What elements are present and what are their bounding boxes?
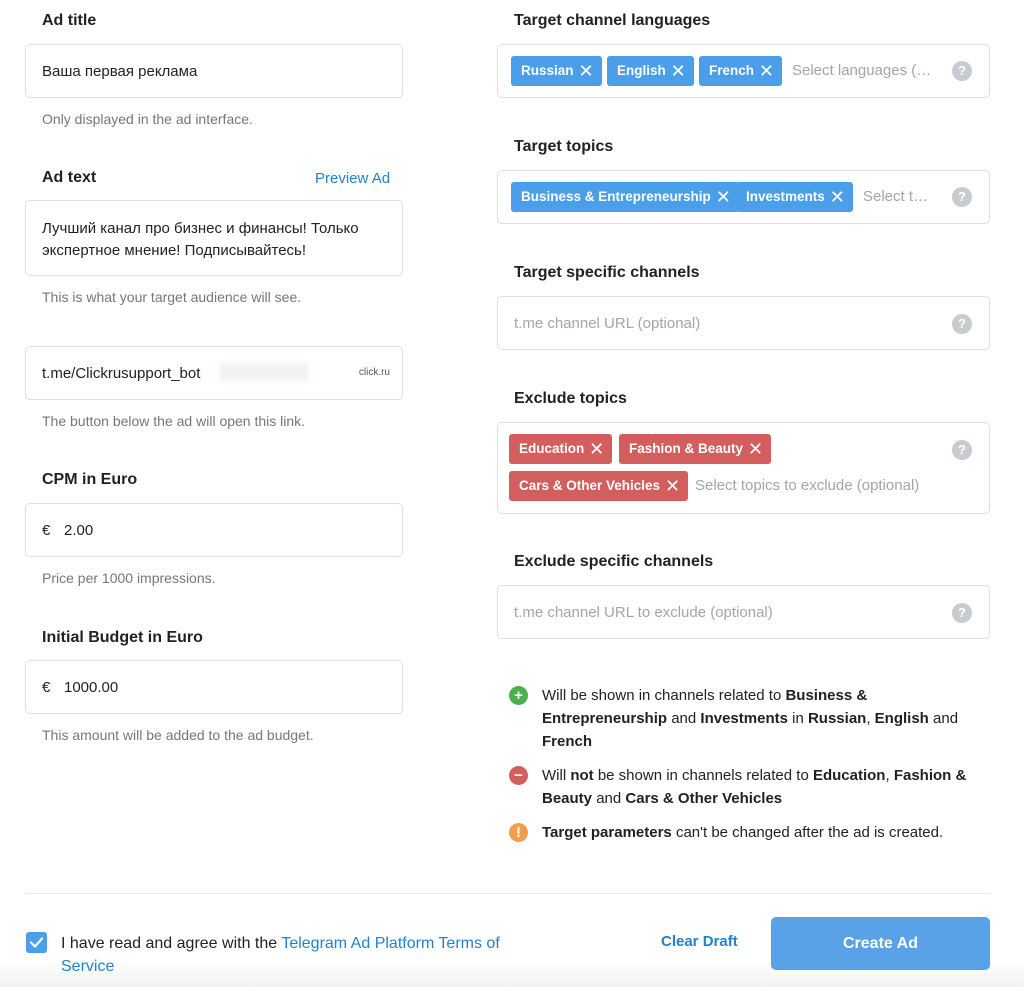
exclude-topics-placeholder: Select topics to exclude (optional) (695, 477, 920, 494)
chip-investments[interactable]: Investments ✕ (736, 182, 853, 212)
chip-remove-icon[interactable]: ✕ (759, 56, 774, 86)
ad-text-field[interactable]: Лучший канал про бизнес и финансы! Тольк… (25, 200, 403, 276)
chip-russian[interactable]: Russian ✕ (511, 56, 602, 86)
budget-hint: This amount will be added to the ad budg… (42, 727, 314, 743)
url-value: t.me/Clickrusupport_bot (42, 365, 201, 382)
chip-remove-icon[interactable]: ✕ (830, 182, 845, 212)
chip-remove-icon[interactable]: ✕ (578, 56, 593, 86)
channels-label: Target specific channels (514, 264, 700, 281)
chip-english[interactable]: English ✕ (607, 56, 694, 86)
budget-value: 1000.00 (64, 679, 119, 696)
footer-divider (25, 893, 990, 894)
chip-remove-icon[interactable]: ✕ (665, 471, 680, 501)
ad-text-hint: This is what your target audience will s… (42, 289, 302, 305)
topics-field[interactable]: Business & Entrepreneurship ✕ Investments… (497, 170, 990, 224)
exclude-topics-label: Exclude topics (514, 390, 627, 407)
chip-remove-icon[interactable]: ✕ (671, 56, 686, 86)
cpm-hint: Price per 1000 impressions. (42, 570, 216, 586)
create-ad-button[interactable]: Create Ad (771, 917, 990, 970)
cpm-value: 2.00 (64, 522, 94, 539)
preview-ad-link[interactable]: Preview Ad (315, 170, 390, 187)
help-icon[interactable]: ? (952, 603, 972, 623)
exclude-channels-label: Exclude specific channels (514, 553, 714, 570)
plus-circle-icon: + (509, 686, 528, 705)
chip-business[interactable]: Business & Entrepreneurship ✕ (511, 182, 739, 212)
topics-placeholder: Select topics (863, 188, 931, 205)
chip-remove-icon[interactable]: ✕ (589, 434, 604, 464)
chip-remove-icon[interactable]: ✕ (716, 182, 731, 212)
channels-field[interactable]: t.me channel URL (optional) ? (497, 296, 990, 350)
ad-title-field[interactable]: Ваша первая реклама (25, 44, 403, 98)
ad-text-label: Ad text (42, 169, 97, 186)
chip-fashion[interactable]: Fashion & Beauty ✕ (619, 434, 772, 464)
channels-placeholder: t.me channel URL (optional) (514, 315, 701, 332)
ad-text-value: Лучший канал про бизнес и финансы! Тольк… (42, 220, 359, 259)
summary-shown: + Will be shown in channels related to B… (509, 684, 979, 753)
cpm-field[interactable]: € 2.00 (25, 503, 403, 557)
url-redaction (219, 363, 309, 381)
languages-label: Target channel languages (514, 12, 711, 29)
agree-text: I have read and agree with the Telegram … (61, 935, 500, 975)
chip-remove-icon[interactable]: ✕ (748, 434, 763, 464)
topics-label: Target topics (514, 138, 614, 155)
help-icon[interactable]: ? (952, 440, 972, 460)
url-hint: The button below the ad will open this l… (42, 413, 306, 429)
cpm-label: CPM in Euro (42, 471, 138, 488)
minus-circle-icon: − (509, 766, 528, 785)
ad-title-value: Ваша первая реклама (42, 63, 198, 80)
help-icon[interactable]: ? (952, 187, 972, 207)
ad-title-hint: Only displayed in the ad interface. (42, 111, 253, 127)
warning-circle-icon: ! (509, 823, 528, 842)
exclude-channels-field[interactable]: t.me channel URL to exclude (optional) ? (497, 585, 990, 639)
budget-field[interactable]: € 1000.00 (25, 660, 403, 714)
budget-label: Initial Budget in Euro (42, 629, 203, 646)
languages-placeholder: Select languages (optional) (792, 62, 938, 79)
languages-field[interactable]: Russian ✕ English ✕ French ✕ Select languag… (497, 44, 990, 98)
ad-title-label: Ad title (42, 12, 97, 29)
summary-warning: ! Target parameters can't be changed aft… (509, 821, 979, 844)
checkmark-icon (29, 937, 44, 948)
budget-currency: € (42, 679, 51, 696)
exclude-topics-field[interactable]: Education ✕ Fashion & Beauty ✕ Cars & Othe… (497, 422, 990, 514)
clear-draft-button[interactable]: Clear Draft (661, 933, 738, 950)
agree-checkbox[interactable] (26, 932, 47, 953)
url-field[interactable]: t.me/Clickrusupport_bot click.ru (25, 346, 403, 400)
exclude-channels-placeholder: t.me channel URL to exclude (optional) (514, 604, 773, 621)
chip-french[interactable]: French ✕ (699, 56, 783, 86)
cpm-currency: € (42, 522, 51, 539)
chip-cars[interactable]: Cars & Other Vehicles ✕ (509, 471, 689, 501)
summary-not-shown: − Will not be shown in channels related … (509, 764, 979, 810)
url-badge: click.ru (358, 367, 390, 378)
help-icon[interactable]: ? (952, 61, 972, 81)
help-icon[interactable]: ? (952, 314, 972, 334)
chip-education[interactable]: Education ✕ (509, 434, 613, 464)
